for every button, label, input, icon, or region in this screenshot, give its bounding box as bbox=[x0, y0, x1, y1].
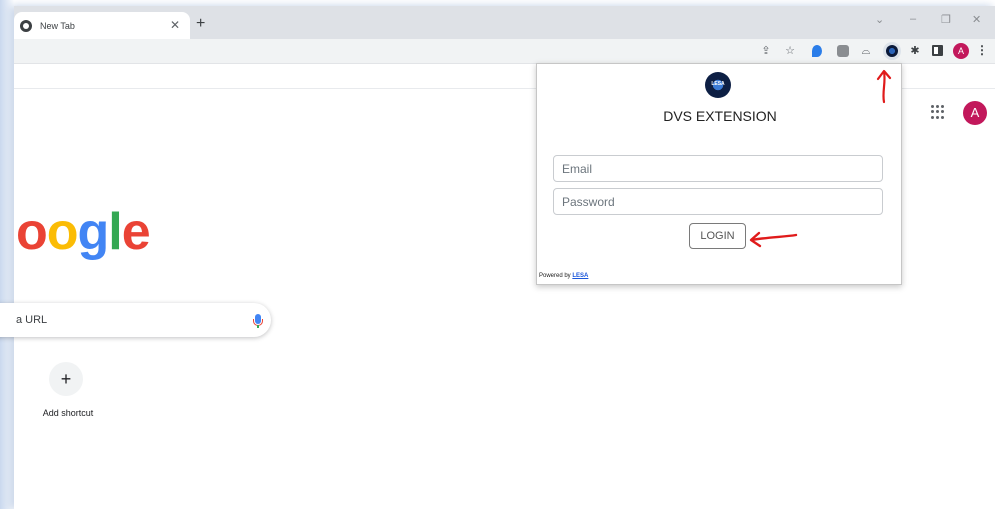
lesa-link[interactable]: LESA bbox=[572, 273, 588, 279]
share-icon[interactable]: ⇪ bbox=[758, 44, 774, 58]
restore-button[interactable]: ❐ bbox=[941, 13, 951, 26]
profile-avatar[interactable]: A bbox=[963, 101, 987, 125]
add-shortcut-button[interactable]: + bbox=[49, 362, 83, 396]
search-box[interactable]: a URL bbox=[0, 303, 271, 337]
lesa-logo-icon: LESA bbox=[705, 72, 731, 98]
puzzle-icon[interactable]: ✱ bbox=[907, 44, 923, 58]
tab-close-icon[interactable]: ✕ bbox=[170, 18, 180, 32]
powered-by-text: Powered by LESA bbox=[539, 273, 589, 279]
lesa-extension-icon[interactable] bbox=[886, 45, 898, 57]
minimize-button[interactable]: – bbox=[910, 13, 916, 25]
address-bar[interactable] bbox=[14, 43, 774, 62]
screenshot-stage: New Tab ✕ + ⌄ – ❐ ✕ ⇪ ☆ ⌓ ✱ A ⋮ ges bbox=[0, 0, 995, 509]
star-icon[interactable]: ☆ bbox=[782, 44, 798, 58]
sidepanel-icon[interactable] bbox=[932, 45, 943, 56]
profile-avatar-small[interactable]: A bbox=[953, 43, 969, 59]
tab-strip: New Tab ✕ + ⌄ – ❐ ✕ bbox=[14, 6, 995, 39]
browser-toolbar: ⇪ ☆ ⌓ ✱ A ⋮ bbox=[14, 39, 995, 64]
browser-menu-icon[interactable]: ⋮ bbox=[976, 43, 988, 57]
browser-window: New Tab ✕ + ⌄ – ❐ ✕ ⇪ ☆ ⌓ ✱ A ⋮ ges bbox=[0, 6, 995, 509]
droplet-extension-icon[interactable] bbox=[812, 45, 822, 57]
login-button[interactable]: LOGIN bbox=[689, 223, 746, 249]
add-shortcut-label: Add shortcut bbox=[42, 408, 94, 418]
pdf-extension-icon[interactable] bbox=[837, 45, 849, 57]
microphone-stem bbox=[257, 325, 259, 328]
search-placeholder: a URL bbox=[16, 314, 48, 326]
email-field[interactable] bbox=[553, 155, 883, 182]
tab-new-tab[interactable]: New Tab ✕ bbox=[14, 12, 190, 39]
password-field[interactable] bbox=[553, 188, 883, 215]
glasses-extension-icon[interactable]: ⌓ bbox=[858, 44, 874, 58]
tab-title: New Tab bbox=[40, 20, 75, 31]
tab-search-icon[interactable]: ⌄ bbox=[875, 13, 884, 26]
popup-title: DVS EXTENSION bbox=[663, 108, 777, 124]
apps-grid-icon[interactable] bbox=[931, 105, 945, 119]
microphone-icon[interactable] bbox=[253, 314, 263, 326]
google-logo: oogle bbox=[16, 203, 151, 261]
close-window-button[interactable]: ✕ bbox=[972, 13, 981, 26]
chrome-favicon-icon bbox=[20, 19, 32, 32]
extension-popup: LESA DVS EXTENSION LOGIN Powered by LESA bbox=[536, 63, 902, 285]
new-tab-button[interactable]: + bbox=[196, 15, 205, 33]
